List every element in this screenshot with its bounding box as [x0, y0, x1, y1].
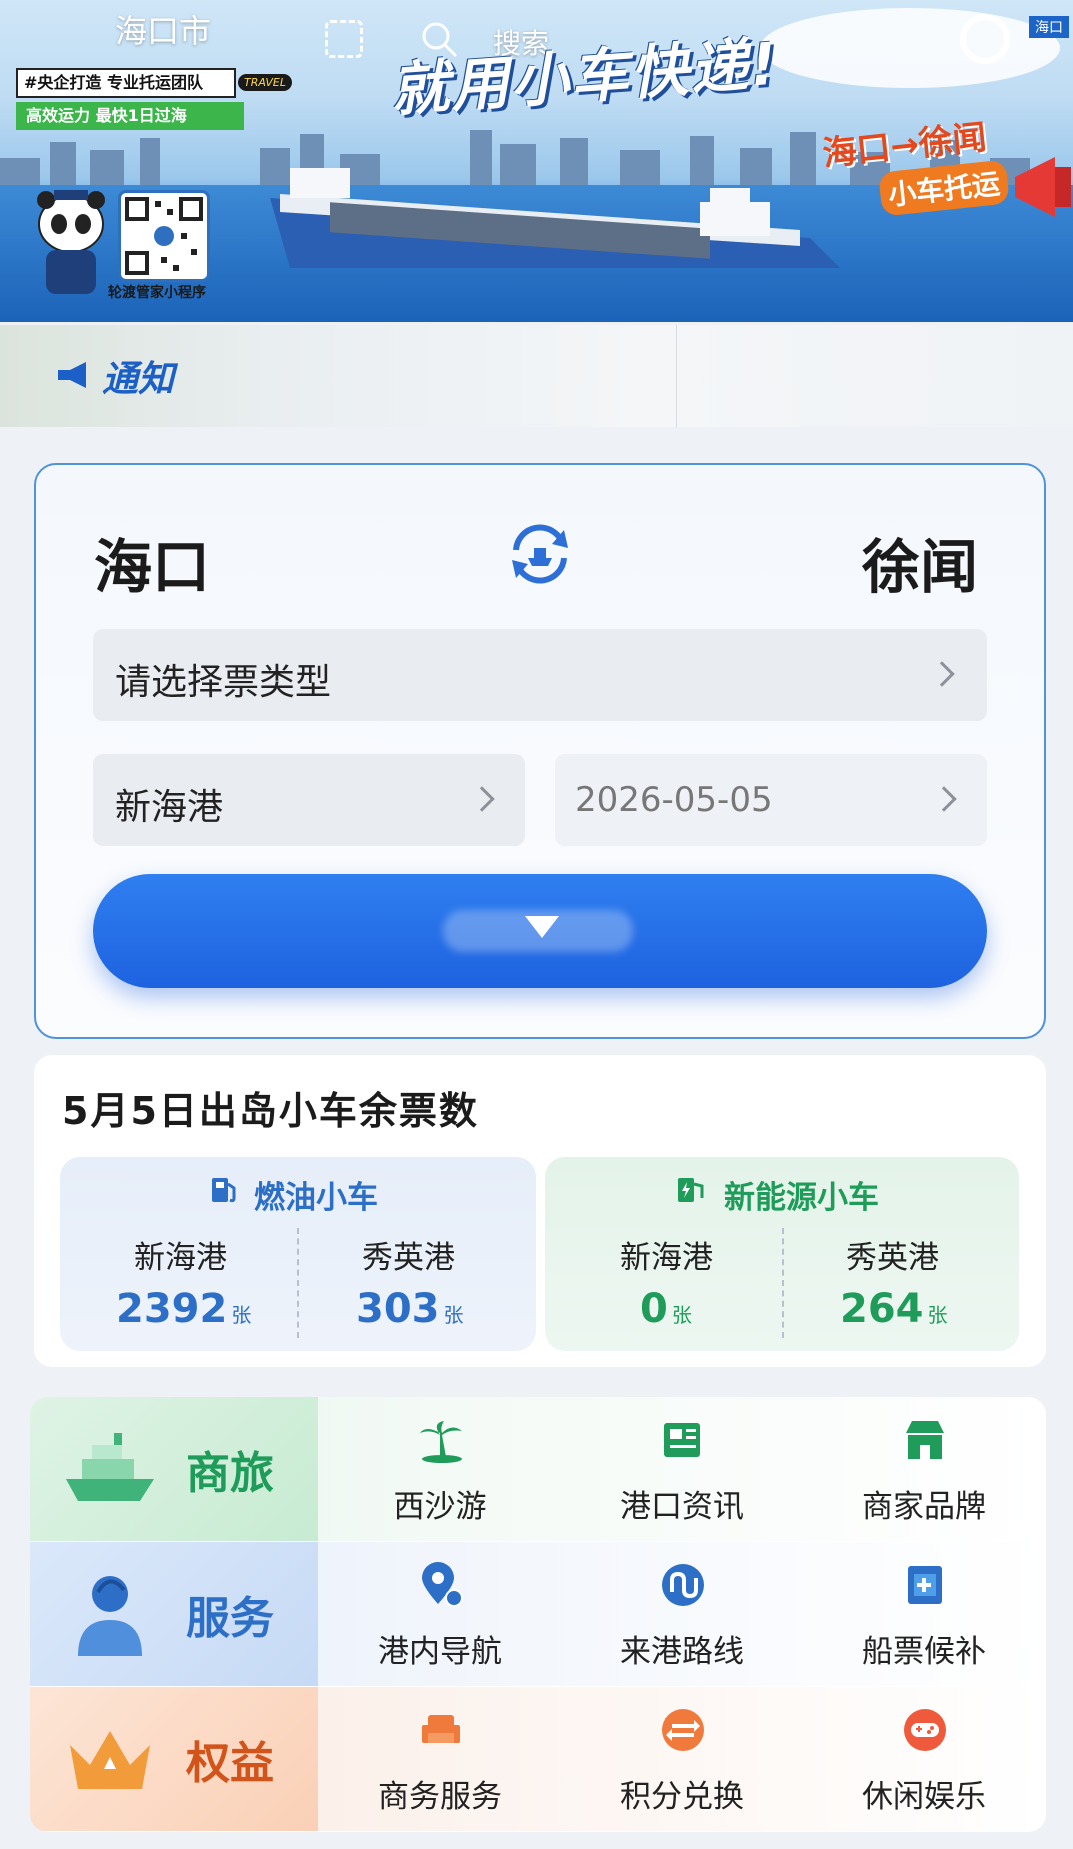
service-row: 服务 港内导航 来港路线 船票候补: [30, 1542, 1046, 1686]
ev-port-count: 264 张: [840, 1286, 948, 1332]
service-tile-label: 船票候补: [862, 1634, 986, 1670]
sofa-icon: [422, 1715, 460, 1743]
swap-route-icon[interactable]: [506, 520, 574, 588]
service-tile-port-news[interactable]: 港口资讯: [562, 1397, 802, 1541]
notice-label: 通知: [102, 359, 175, 400]
panda-mascot: [37, 190, 105, 294]
service-tile-merchant-brands[interactable]: 商家品牌: [804, 1397, 1044, 1541]
fuel-panel-title: 燃油小车: [254, 1180, 378, 1216]
banner-tag-line1: #央企打造 专业托运团队: [16, 68, 236, 98]
ferry-ship-illustration: [270, 168, 840, 268]
cruise-ship-icon: [66, 1433, 154, 1501]
service-tile-points-exchange[interactable]: 积分兑换: [562, 1687, 802, 1831]
qr-caption: 轮渡管家小程序: [108, 285, 206, 301]
chevron-right-icon: [931, 786, 957, 812]
qr-code[interactable]: [118, 190, 210, 282]
date-select[interactable]: 2026-05-05: [555, 754, 987, 846]
exchange-icon: [662, 1709, 704, 1751]
news-icon: [664, 1423, 700, 1457]
service-tile-label: 商家品牌: [862, 1489, 986, 1525]
record-icon[interactable]: [960, 14, 1010, 64]
fuel-pump-icon: [212, 1178, 236, 1203]
panel-divider: [782, 1228, 784, 1338]
service-tile-port-navigation[interactable]: 港内导航: [320, 1542, 560, 1686]
fuel-port-name: 秀英港: [362, 1240, 455, 1276]
business-travel-row: 商旅 西沙游 港口资讯 商家品牌: [30, 1397, 1046, 1541]
service-tile-leisure[interactable]: 休闲娱乐: [804, 1687, 1044, 1831]
service-tile-business-services[interactable]: 商务服务: [320, 1687, 560, 1831]
fuel-port-count: 2392 张: [116, 1286, 252, 1332]
travel-badge: TRAVEL: [238, 74, 292, 91]
ticket-waitlist-icon: [908, 1566, 942, 1604]
notice-divider: [676, 325, 677, 427]
service-agent-icon: [78, 1576, 142, 1656]
ticket-type-placeholder: 请选择票类型: [115, 662, 332, 703]
ev-charger-icon: [678, 1178, 704, 1202]
port-value: 新海港: [115, 787, 224, 828]
palm-tree-icon: [420, 1421, 462, 1463]
benefits-label[interactable]: 权益: [30, 1687, 318, 1831]
dropdown-triangle-icon: [525, 916, 559, 938]
service-tile-label: 港内导航: [378, 1634, 502, 1670]
service-tile-label: 来港路线: [620, 1634, 744, 1670]
navigation-pin-icon: [422, 1562, 463, 1607]
ev-panel-title: 新能源小车: [724, 1180, 879, 1216]
chevron-right-icon: [469, 786, 495, 812]
benefits-row: 权益 商务服务 积分兑换 休闲娱乐: [30, 1687, 1046, 1831]
fuel-port-name: 新海港: [134, 1240, 227, 1276]
service-label[interactable]: 服务: [30, 1542, 318, 1686]
megaphone-icon: [1015, 157, 1071, 217]
service-tile-label: 西沙游: [393, 1489, 487, 1525]
crown-icon: [70, 1731, 150, 1789]
ev-port-name: 秀英港: [846, 1240, 939, 1276]
row-label-text: 商旅: [186, 1448, 274, 1499]
departure-city[interactable]: 海口: [94, 520, 210, 604]
service-tile-label: 休闲娱乐: [862, 1779, 986, 1815]
business-travel-label[interactable]: 商旅: [30, 1397, 318, 1541]
row-label-text: 权益: [186, 1738, 274, 1789]
scan-icon[interactable]: [325, 20, 363, 58]
availability-title: 5月5日出岛小车余票数: [62, 1089, 479, 1133]
search-tickets-button[interactable]: [93, 874, 987, 988]
port-select[interactable]: 新海港: [93, 754, 525, 846]
date-value: 2026-05-05: [575, 780, 773, 820]
service-tile-label: 商务服务: [378, 1779, 502, 1815]
megaphone-icon: [58, 362, 86, 388]
banner-tag-line2: 高效运力 最快1日过海: [16, 102, 244, 130]
city-selector[interactable]: 海口市: [115, 6, 211, 52]
service-grid: 商旅 西沙游 港口资讯 商家品牌 服务 港内导航 来港路线 船票候补 权益 商务…: [30, 1397, 1046, 1832]
service-tile-xisha[interactable]: 西沙游: [320, 1397, 560, 1541]
ev-port-name: 新海港: [620, 1240, 713, 1276]
panel-divider: [297, 1228, 299, 1338]
service-tile-label: 港口资讯: [620, 1489, 744, 1525]
fuel-port-count: 303 张: [356, 1286, 464, 1332]
chevron-right-icon: [929, 661, 955, 687]
corner-location-tag: 海口: [1029, 16, 1069, 38]
service-tile-route-to-port[interactable]: 来港路线: [562, 1542, 802, 1686]
arrival-city[interactable]: 徐闻: [862, 520, 978, 604]
ev-port-count: 0张: [640, 1286, 692, 1332]
storefront-icon: [906, 1421, 944, 1459]
promo-banner[interactable]: 海口市 搜索 就用小车快递! 海口 #央企打造 专业托运团队 TRAVEL 高效…: [0, 0, 1073, 322]
service-tile-ticket-waitlist[interactable]: 船票候补: [804, 1542, 1044, 1686]
service-tile-label: 积分兑换: [620, 1779, 744, 1815]
row-label-text: 服务: [186, 1593, 274, 1644]
route-icon: [662, 1564, 704, 1606]
gamepad-icon: [904, 1709, 946, 1751]
ticket-type-select[interactable]: 请选择票类型: [93, 629, 987, 721]
